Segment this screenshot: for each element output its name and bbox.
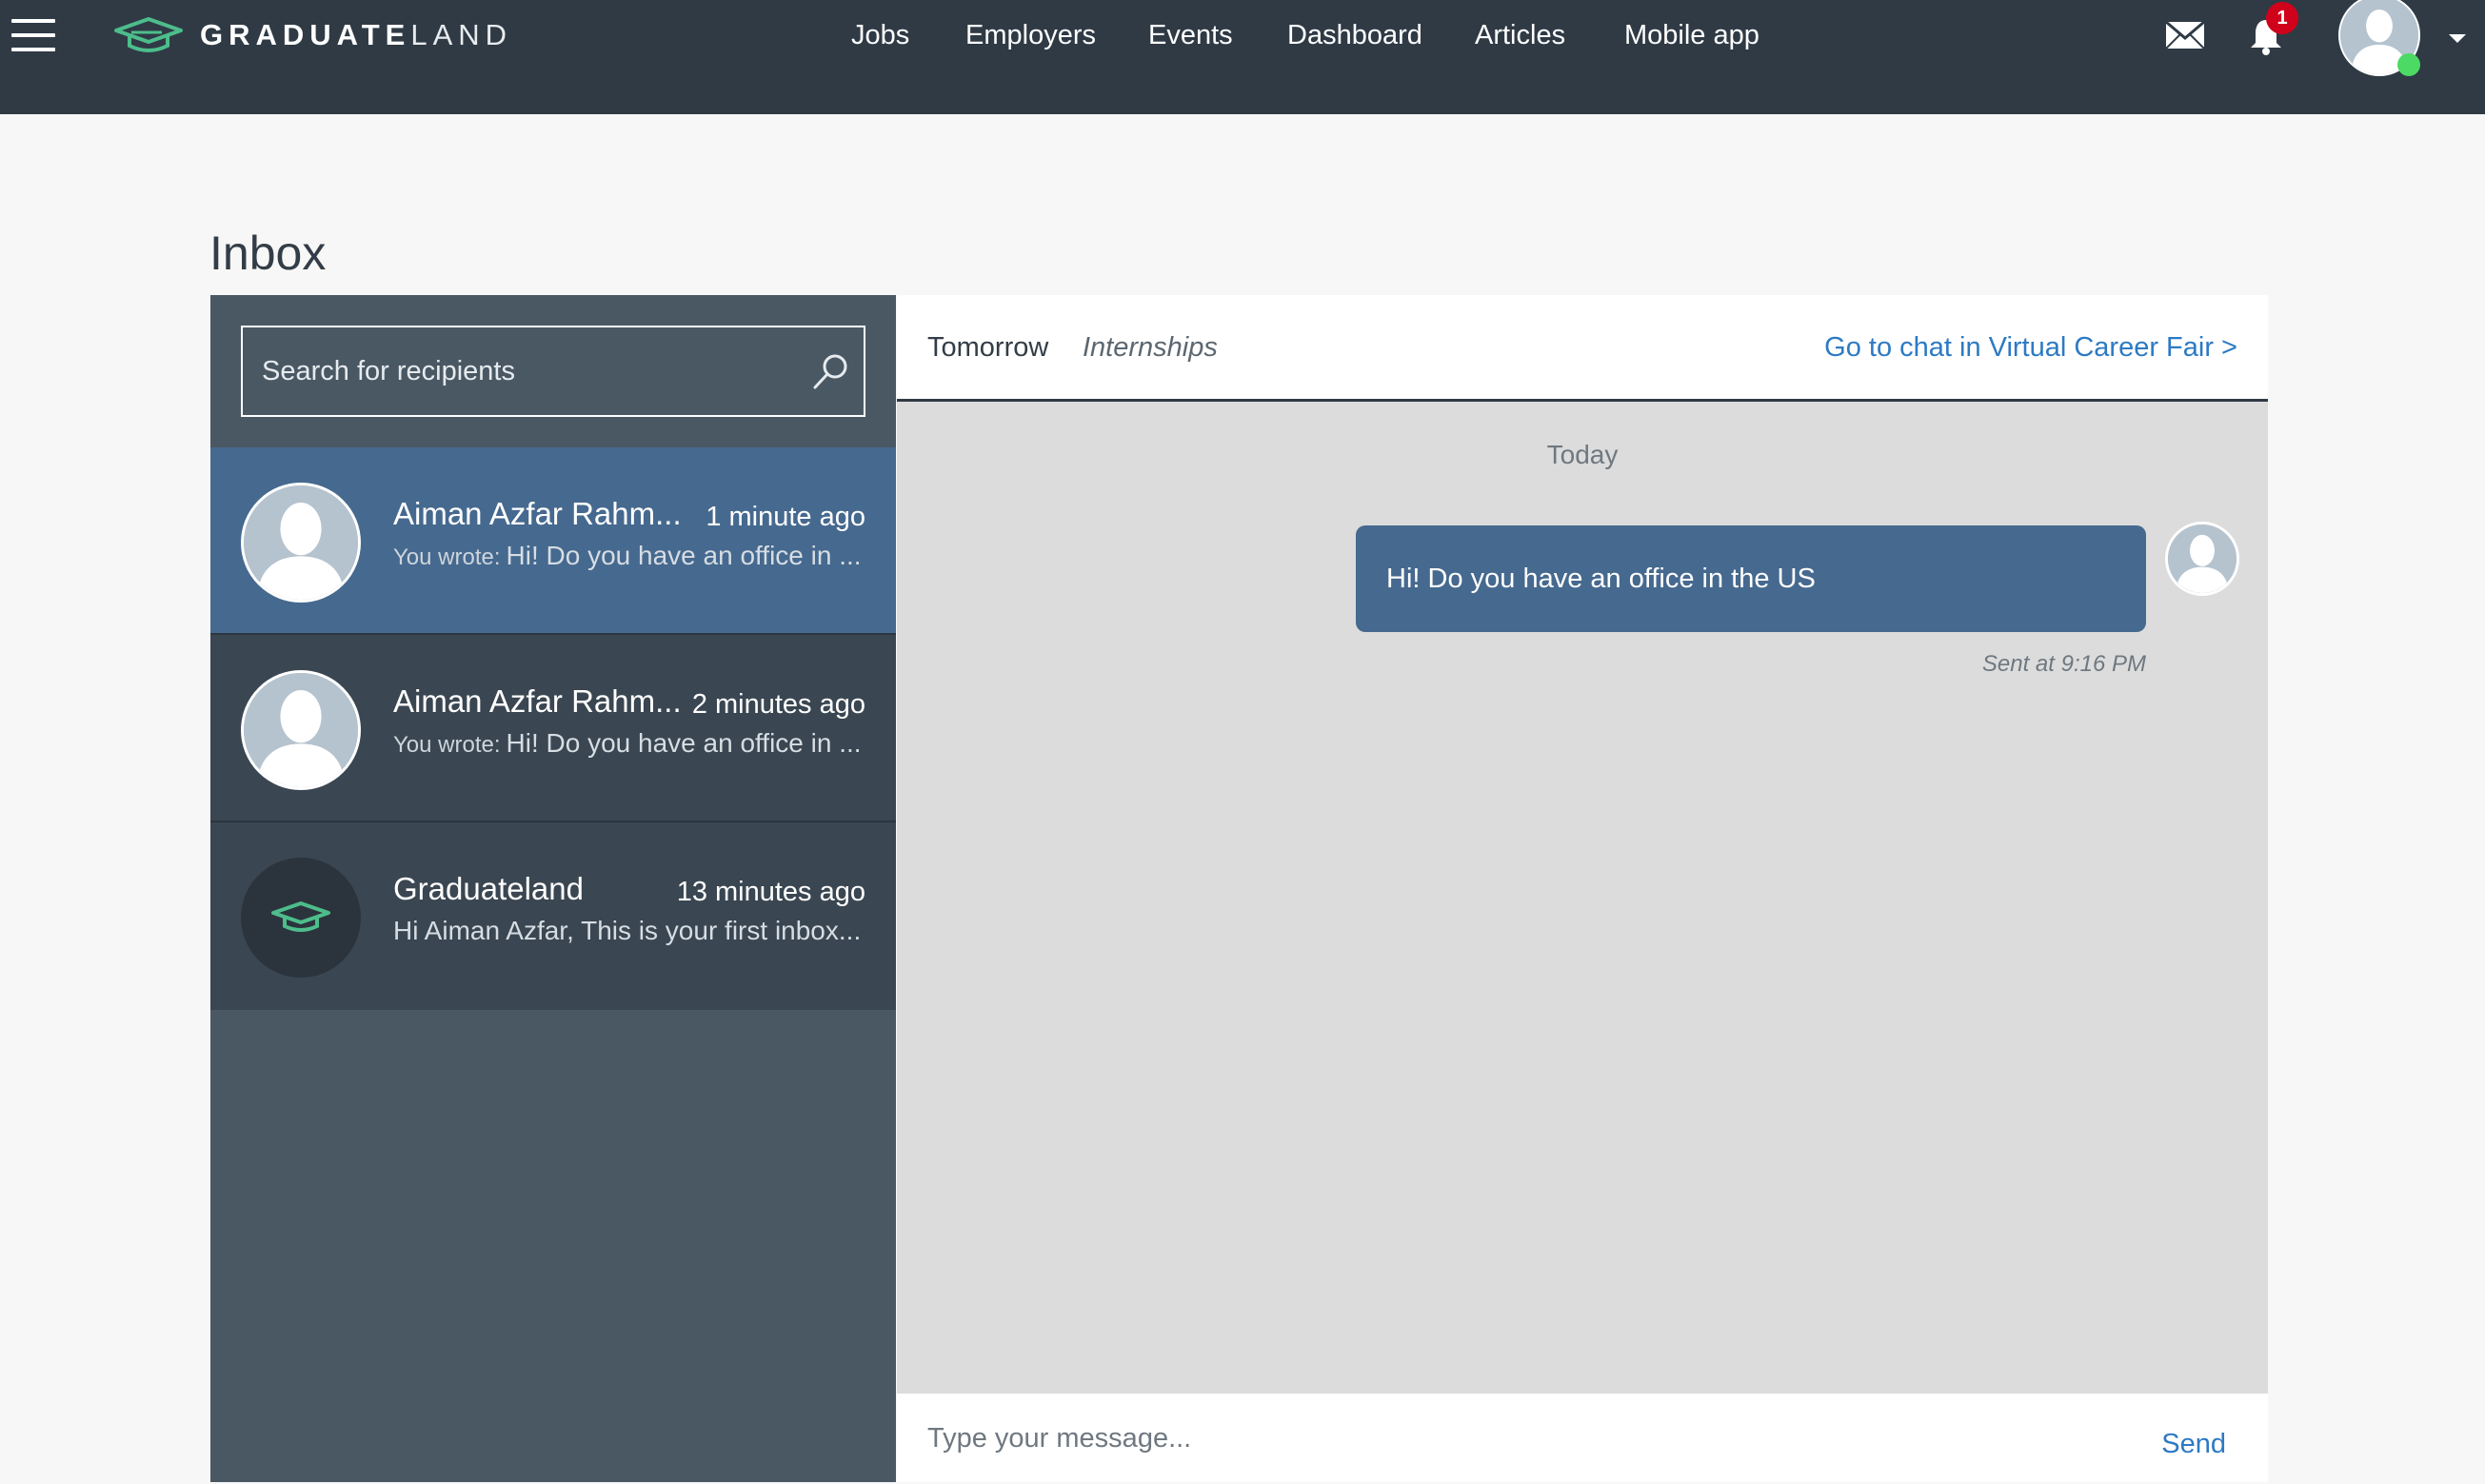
contact-avatar xyxy=(241,483,361,603)
conversation-name: Graduateland xyxy=(393,871,584,906)
user-silhouette-icon xyxy=(244,485,358,600)
user-silhouette-icon xyxy=(2168,524,2236,593)
nav-jobs[interactable]: Jobs xyxy=(851,17,909,53)
graduation-cap-logo-icon[interactable] xyxy=(112,13,185,57)
chat-category: Internships xyxy=(1083,332,1218,363)
top-navigation-bar: GRADUATELAND Jobs Employers Events Dashb… xyxy=(0,0,2485,114)
brand-name-light: LAND xyxy=(410,18,513,51)
sender-avatar xyxy=(2165,522,2239,596)
chat-company-name[interactable]: Tomorrow xyxy=(927,329,1048,366)
recipient-search-input[interactable] xyxy=(243,327,795,415)
brand-wordmark[interactable]: GRADUATELAND xyxy=(200,17,512,53)
nav-dashboard[interactable]: Dashboard xyxy=(1287,17,1422,53)
mail-icon[interactable] xyxy=(2165,21,2205,49)
go-to-virtual-career-fair-link[interactable]: Go to chat in Virtual Career Fair > xyxy=(1824,329,2237,366)
compose-bar: Send xyxy=(897,1394,2268,1484)
search-icon[interactable] xyxy=(812,352,850,390)
conversation-item-active[interactable]: Aiman Azfar Rahm... 1 minute ago You wro… xyxy=(210,447,896,635)
sent-message-bubble: Hi! Do you have an office in the US xyxy=(1356,525,2146,632)
preview-prefix: You wrote: xyxy=(393,544,501,570)
conversation-item[interactable]: Aiman Azfar Rahm... 2 minutes ago You wr… xyxy=(210,635,896,822)
preview-text: Hi! Do you have an office in ... xyxy=(506,541,862,570)
preview-text: Hi! Do you have an office in ... xyxy=(506,728,862,758)
notification-count-badge: 1 xyxy=(2266,2,2298,34)
nav-mobile-app[interactable]: Mobile app xyxy=(1624,17,1759,53)
conversation-time: 1 minute ago xyxy=(706,502,865,532)
caret-down-icon[interactable] xyxy=(2449,34,2466,43)
conversation-time: 2 minutes ago xyxy=(691,689,865,720)
send-button[interactable]: Send xyxy=(2161,1426,2226,1462)
conversation-item[interactable]: Graduateland 13 minutes ago Hi Aiman Azf… xyxy=(210,822,896,1010)
preview-text: Hi Aiman Azfar, This is your first inbox… xyxy=(393,916,862,945)
hamburger-menu-icon[interactable] xyxy=(11,19,55,53)
graduation-cap-icon xyxy=(271,901,330,932)
recipient-search-box xyxy=(241,326,865,417)
nav-articles[interactable]: Articles xyxy=(1475,17,1565,53)
preview-prefix: You wrote: xyxy=(393,732,501,758)
page-title: Inbox xyxy=(209,226,327,280)
user-silhouette-icon xyxy=(244,673,358,787)
conversation-time: 13 minutes ago xyxy=(676,877,865,907)
day-separator: Today xyxy=(1546,440,1619,469)
message-thread: Today Hi! Do you have an office in the U… xyxy=(897,402,2268,1394)
conversation-name: Aiman Azfar Rahm... xyxy=(393,683,682,719)
message-timestamp: Sent at 9:16 PM xyxy=(1981,651,2146,677)
chat-header: Tomorrow Internships Go to chat in Virtu… xyxy=(897,295,2268,402)
graduateland-avatar xyxy=(241,858,361,978)
message-input[interactable] xyxy=(897,1394,2072,1484)
nav-employers[interactable]: Employers xyxy=(965,17,1096,53)
conversation-name: Aiman Azfar Rahm... xyxy=(393,496,682,531)
conversation-preview: Hi Aiman Azfar, This is your first inbox… xyxy=(393,914,861,948)
conversation-preview: You wrote: Hi! Do you have an office in .… xyxy=(393,726,862,762)
contact-avatar xyxy=(241,670,361,790)
online-status-dot xyxy=(2397,53,2420,76)
nav-events[interactable]: Events xyxy=(1148,17,1233,53)
brand-name-bold: GRADUATE xyxy=(200,18,411,51)
conversation-preview: You wrote: Hi! Do you have an office in .… xyxy=(393,539,862,575)
